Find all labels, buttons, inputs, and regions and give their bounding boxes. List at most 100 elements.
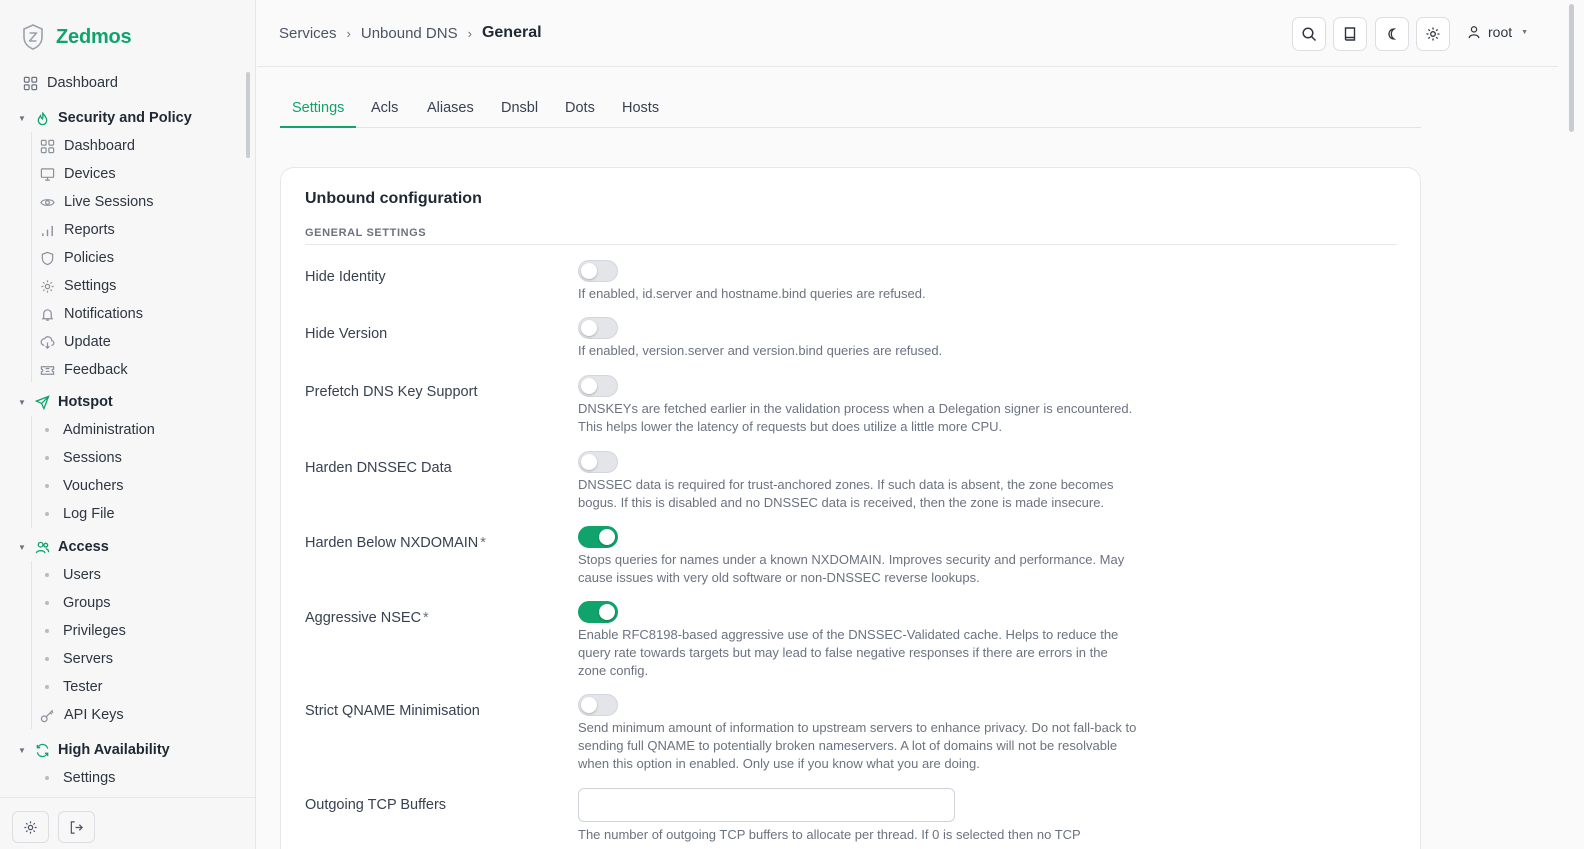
sidebar-item-feedback[interactable]: Feedback <box>39 356 128 384</box>
eye-icon <box>39 194 55 210</box>
hide-version-help: If enabled, version.server and version.b… <box>578 343 943 358</box>
sidebar-item-settings[interactable]: Settings <box>39 272 116 300</box>
user-menu[interactable]: root ▼ <box>1467 24 1528 40</box>
harden-dnssec-label: Harden DNSSEC Data <box>305 460 452 476</box>
sidebar-item-update[interactable]: Update <box>39 328 111 356</box>
sidebar-item-groups[interactable]: Groups <box>39 589 111 617</box>
sidebar-item-devices[interactable]: Devices <box>39 160 116 188</box>
search-button[interactable] <box>1292 17 1326 51</box>
sidebar-item-label: Reports <box>64 222 115 238</box>
sidebar-item-administration[interactable]: Administration <box>39 416 155 444</box>
bell-icon <box>39 306 55 322</box>
tab-dnsbl[interactable]: Dnsbl <box>501 90 538 127</box>
bar-chart-icon <box>39 222 55 238</box>
flame-icon <box>34 110 50 126</box>
hide-identity-toggle[interactable] <box>578 260 618 282</box>
sidebar-settings-button[interactable] <box>12 811 49 843</box>
aggressive-nsec-help: Enable RFC8198-based aggressive use of t… <box>578 627 1119 678</box>
tab-dots[interactable]: Dots <box>565 90 595 127</box>
strict-qname-label: Strict QNAME Minimisation <box>305 703 480 719</box>
monitor-icon <box>39 166 55 182</box>
harden-below-nxdomain-toggle[interactable] <box>578 526 618 548</box>
sidebar-item-live-sessions[interactable]: Live Sessions <box>39 188 153 216</box>
harden-dnssec-toggle[interactable] <box>578 451 618 473</box>
hide-identity-help: If enabled, id.server and hostname.bind … <box>578 286 926 301</box>
sidebar-group-high-availability[interactable]: ▼ High Availability <box>18 736 170 764</box>
aggressive-nsec-label: Aggressive NSEC * <box>305 610 429 626</box>
prefetch-dnskey-toggle[interactable] <box>578 375 618 397</box>
page-scrollbar-thumb[interactable] <box>1569 4 1574 132</box>
tab-acls[interactable]: Acls <box>371 90 398 127</box>
sidebar-group-label: Hotspot <box>58 394 113 410</box>
sidebar-group-security-and-policy[interactable]: ▼ Security and Policy <box>18 104 192 132</box>
sidebar-item-ha-settings[interactable]: Settings <box>39 764 115 789</box>
sidebar-group-label: High Availability <box>58 742 170 758</box>
gear-icon <box>24 820 37 834</box>
sidebar-item-sessions[interactable]: Sessions <box>39 444 122 472</box>
hide-version-toggle[interactable] <box>578 317 618 339</box>
strict-qname-toggle[interactable] <box>578 694 618 716</box>
sidebar-item-label: Update <box>64 334 111 350</box>
tab-hosts[interactable]: Hosts <box>622 90 659 127</box>
breadcrumb-unbound-dns[interactable]: Unbound DNS <box>361 25 458 42</box>
sidebar-item-vouchers[interactable]: Vouchers <box>39 472 123 500</box>
sidebar-item-log-file[interactable]: Log File <box>39 500 115 528</box>
sidebar-nav: Dashboard ▼ Security and Policy Dashboar… <box>0 69 248 789</box>
shield-icon <box>39 250 55 266</box>
sidebar-item-notifications[interactable]: Notifications <box>39 300 143 328</box>
sidebar-item-label: Devices <box>64 166 116 182</box>
tab-settings[interactable]: Settings <box>280 90 357 128</box>
harden-dnssec-help: DNSSEC data is required for trust-anchor… <box>578 477 1114 510</box>
sidebar-item-policies[interactable]: Policies <box>39 244 114 272</box>
brand[interactable]: Zedmos <box>22 24 132 50</box>
sidebar-item-label: Policies <box>64 250 114 266</box>
sidebar-group-hotspot[interactable]: ▼ Hotspot <box>18 388 113 416</box>
tree-line <box>31 416 32 528</box>
harden-below-nxdomain-label: Harden Below NXDOMAIN * <box>305 535 486 551</box>
sidebar-item-sp-dashboard[interactable]: Dashboard <box>39 132 135 160</box>
bullet-icon <box>39 512 55 516</box>
bullet-icon <box>39 601 55 605</box>
bullet-icon <box>39 573 55 577</box>
bullet-icon <box>39 776 55 780</box>
users-icon <box>34 539 50 555</box>
sidebar-item-api-keys[interactable]: API Keys <box>39 701 124 729</box>
bullet-icon <box>39 428 55 432</box>
sidebar-group-label: Access <box>58 539 109 555</box>
tab-aliases[interactable]: Aliases <box>427 90 474 127</box>
sidebar-item-users[interactable]: Users <box>39 561 101 589</box>
logout-button[interactable] <box>58 811 95 843</box>
sidebar-item-privileges[interactable]: Privileges <box>39 617 126 645</box>
book-icon <box>1344 27 1356 41</box>
sidebar-item-servers[interactable]: Servers <box>39 645 113 673</box>
brand-name: Zedmos <box>56 25 132 48</box>
sidebar-item-label: Log File <box>63 506 115 522</box>
breadcrumb-services[interactable]: Services <box>279 25 337 42</box>
required-marker: * <box>423 610 429 626</box>
sidebar-item-label: Servers <box>63 651 113 667</box>
sidebar-item-dashboard[interactable]: Dashboard <box>22 69 118 97</box>
strict-qname-help: Send minimum amount of information to up… <box>578 720 1137 771</box>
sidebar-item-label: Settings <box>63 770 116 786</box>
theme-toggle-button[interactable] <box>1375 17 1409 51</box>
tcp-buffers-input[interactable] <box>578 788 955 822</box>
tab-bar: Settings Acls Aliases Dnsbl Dots Hosts <box>280 90 1421 128</box>
sidebar-scrollbar[interactable] <box>246 72 250 158</box>
sidebar-item-tester[interactable]: Tester <box>39 673 103 701</box>
bullet-icon <box>39 685 55 689</box>
page-scrollbar[interactable] <box>1558 0 1584 849</box>
aggressive-nsec-toggle[interactable] <box>578 601 618 623</box>
prefetch-dnskey-label: Prefetch DNS Key Support <box>305 384 478 400</box>
sidebar-group-access[interactable]: ▼ Access <box>18 533 109 561</box>
docs-button[interactable] <box>1333 17 1367 51</box>
header-settings-button[interactable] <box>1416 17 1450 51</box>
tree-line <box>31 561 32 729</box>
tree-line <box>31 132 32 382</box>
sidebar-item-label: Tester <box>63 679 103 695</box>
sidebar-item-label: Vouchers <box>63 478 124 494</box>
tcp-buffers-label: Outgoing TCP Buffers <box>305 797 447 813</box>
sidebar-item-reports[interactable]: Reports <box>39 216 115 244</box>
sidebar: Zedmos Dashboard ▼ Security and Policy D… <box>0 0 256 849</box>
sidebar-item-label: Groups <box>63 595 111 611</box>
chevron-down-icon: ▼ <box>18 113 26 123</box>
